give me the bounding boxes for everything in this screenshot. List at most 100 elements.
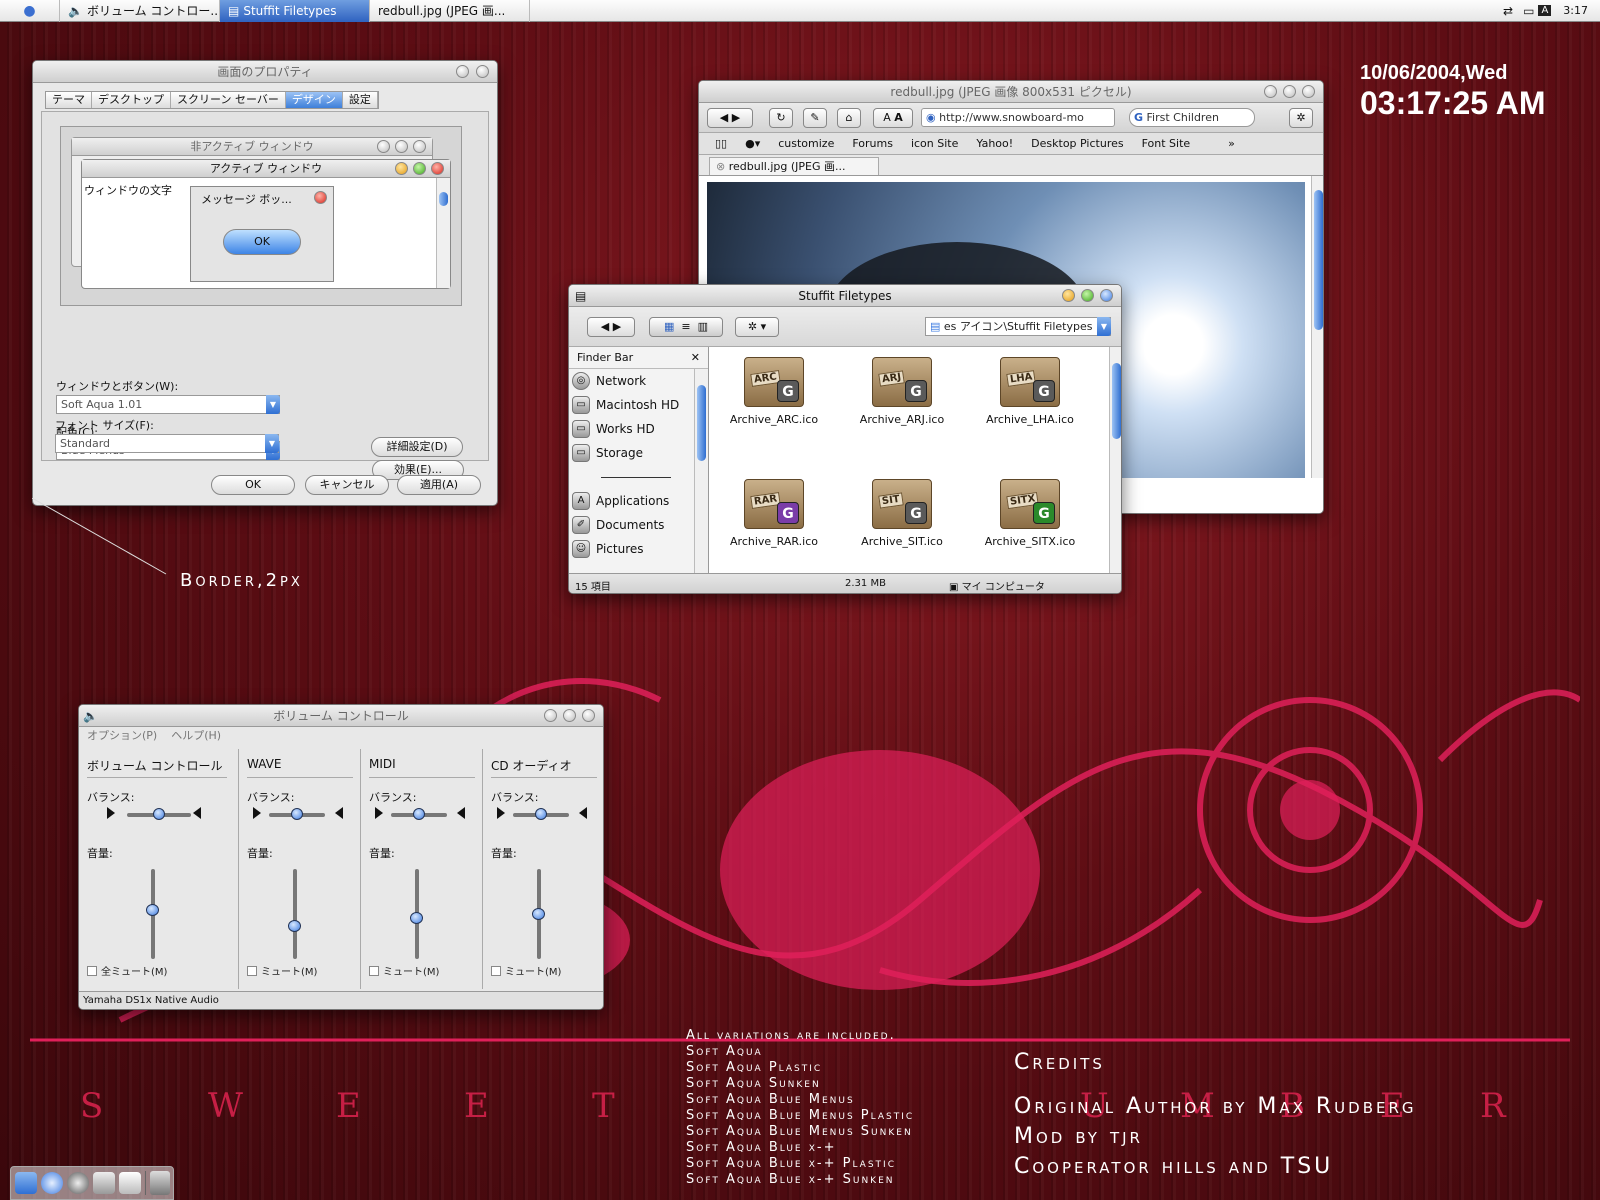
task-browser[interactable]: redbull.jpg (JPEG 画... (370, 0, 530, 22)
sidebar-item-documents[interactable]: ✐ Documents (569, 513, 708, 537)
volume-knob[interactable] (288, 920, 301, 932)
volume-knob[interactable] (410, 912, 423, 924)
bookmark-desktop-pictures[interactable]: Desktop Pictures (1031, 137, 1123, 150)
minimize-button[interactable] (1264, 85, 1277, 98)
sidebar-scrollbar[interactable] (694, 369, 708, 573)
task-finder[interactable]: ▤ Stuffit Filetypes (220, 0, 370, 22)
balance-knob[interactable] (535, 808, 547, 820)
text-size-button[interactable]: A A (873, 108, 913, 128)
edit-button[interactable]: ✎ (803, 108, 827, 128)
apple-bookmark-icon[interactable]: ●▾ (745, 137, 760, 150)
sidebar-item-macintosh-hd[interactable]: ▭ Macintosh HD (569, 393, 708, 417)
book-icon[interactable]: ▯▯ (715, 137, 727, 150)
window-titlebar[interactable]: ▤ Stuffit Filetypes (569, 285, 1121, 307)
bookmark-icon-site[interactable]: icon Site (911, 137, 958, 150)
checkbox-box[interactable] (369, 966, 379, 976)
sidebar-item-works-hd[interactable]: ▭ Works HD (569, 417, 708, 441)
finder-icon[interactable] (15, 1172, 37, 1194)
tab-close-icon[interactable]: ⊗ (716, 160, 725, 173)
minimize-button[interactable] (544, 709, 557, 722)
mute-checkbox[interactable]: 全ミュート(M) (87, 963, 167, 978)
dropdown-arrow-icon[interactable]: ▼ (1097, 317, 1111, 336)
menu-help[interactable]: ヘルプ(H) (171, 729, 221, 742)
dropdown-arrow-icon[interactable]: ▼ (266, 395, 280, 414)
sidebar-item-storage[interactable]: ▭ Storage (569, 441, 708, 465)
trash-icon[interactable] (150, 1171, 170, 1195)
bookmark-yahoo[interactable]: Yahoo! (976, 137, 1013, 150)
file-item[interactable]: RAR G Archive_RAR.ico (715, 479, 833, 548)
mute-checkbox[interactable]: ミュート(M) (247, 963, 317, 978)
tab-design[interactable]: デザイン (285, 92, 343, 108)
checkbox-box[interactable] (247, 966, 257, 976)
file-item[interactable]: ARJ G Archive_ARJ.ico (843, 357, 961, 426)
close-button[interactable] (582, 709, 595, 722)
icon-view-icon[interactable]: ▦ (664, 320, 674, 333)
bookmark-forums[interactable]: Forums (852, 137, 893, 150)
file-item[interactable]: SITX G Archive_SITX.ico (971, 479, 1089, 548)
action-menu-button[interactable]: ✲ ▾ (735, 317, 779, 337)
close-button[interactable] (1100, 289, 1113, 302)
browser-scroll-thumb[interactable] (1314, 190, 1323, 330)
close-button[interactable] (1302, 85, 1315, 98)
content-scrollbar[interactable] (1109, 347, 1121, 573)
tab-theme[interactable]: テーマ (46, 92, 92, 108)
mute-checkbox[interactable]: ミュート(M) (491, 963, 561, 978)
window-titlebar[interactable]: redbull.jpg (JPEG 画像 800x531 ピクセル) (699, 81, 1323, 103)
column-view-icon[interactable]: ▥ (698, 320, 708, 333)
minimize-button[interactable] (1062, 289, 1075, 302)
zoom-button[interactable] (1081, 289, 1094, 302)
reload-button[interactable]: ↻ (769, 108, 793, 128)
content-scroll-thumb[interactable] (1112, 363, 1121, 439)
path-select[interactable]: ▤ es アイコン\Stuffit Filetypes ▼ (925, 317, 1111, 336)
bookmark-customize[interactable]: customize (778, 137, 834, 150)
zoom-button[interactable] (1283, 85, 1296, 98)
input-method-icon[interactable]: A (1538, 5, 1552, 16)
task-volume[interactable]: 🔈 ボリューム コントロー... (60, 0, 220, 22)
menu-options[interactable]: オプション(P) (87, 729, 157, 742)
volume-slider[interactable] (532, 869, 545, 959)
home-button[interactable]: ⌂ (837, 108, 861, 128)
volume-slider[interactable] (146, 869, 159, 959)
close-button[interactable] (476, 65, 489, 78)
dropdown-arrow-icon[interactable]: ▼ (265, 434, 279, 453)
sidebar-item-pictures[interactable]: ☺ Pictures (569, 537, 708, 561)
battery-icon[interactable]: ▭ (1523, 4, 1534, 18)
file-item[interactable]: ARC G Archive_ARC.ico (715, 357, 833, 426)
sidebar-item-applications[interactable]: A Applications (569, 489, 708, 513)
close-icon[interactable]: ✕ (691, 347, 700, 369)
advanced-button[interactable]: 詳細設定(D) (371, 437, 463, 457)
back-icon[interactable]: ◀ (720, 111, 728, 124)
volume-knob[interactable] (532, 908, 545, 920)
apple-menu[interactable]: ● (0, 0, 60, 22)
mute-checkbox[interactable]: ミュート(M) (369, 963, 439, 978)
search-field[interactable]: G First Children (1129, 108, 1255, 127)
safari-icon[interactable] (41, 1172, 63, 1194)
itunes-icon[interactable] (67, 1172, 89, 1194)
list-view-icon[interactable]: ≡ (681, 320, 690, 333)
browser-scrollbar[interactable] (1311, 176, 1323, 478)
file-item[interactable]: LHA G Archive_LHA.ico (971, 357, 1089, 426)
balance-slider[interactable] (513, 808, 569, 820)
balance-knob[interactable] (413, 808, 425, 820)
font-size-select[interactable]: Standard ▼ (55, 434, 279, 453)
file-item[interactable]: SIT G Archive_SIT.ico (843, 479, 961, 548)
sidebar-item-network[interactable]: ◎ Network (569, 369, 708, 393)
apply-button[interactable]: 適用(A) (397, 475, 481, 495)
forward-icon[interactable]: ▶ (613, 320, 621, 333)
balance-knob[interactable] (291, 808, 303, 820)
tab-settings[interactable]: 設定 (342, 92, 378, 108)
chevron-right-icon[interactable]: » (1228, 137, 1235, 150)
person-icon[interactable] (93, 1172, 115, 1194)
ok-button[interactable]: OK (211, 475, 295, 495)
checkbox-box[interactable] (87, 966, 97, 976)
zoom-button[interactable] (563, 709, 576, 722)
balance-slider[interactable] (127, 808, 191, 820)
url-field[interactable]: ◉ http://www.snowboard-mo (921, 108, 1115, 127)
cancel-button[interactable]: キャンセル (305, 475, 389, 495)
window-titlebar[interactable]: 🔈 ボリューム コントロール (79, 705, 603, 727)
preview-icon[interactable] (119, 1172, 141, 1194)
minimize-button[interactable] (456, 65, 469, 78)
bookmark-font-site[interactable]: Font Site (1142, 137, 1191, 150)
back-icon[interactable]: ◀ (601, 320, 609, 333)
windows-buttons-select[interactable]: Soft Aqua 1.01 ▼ (56, 395, 280, 414)
